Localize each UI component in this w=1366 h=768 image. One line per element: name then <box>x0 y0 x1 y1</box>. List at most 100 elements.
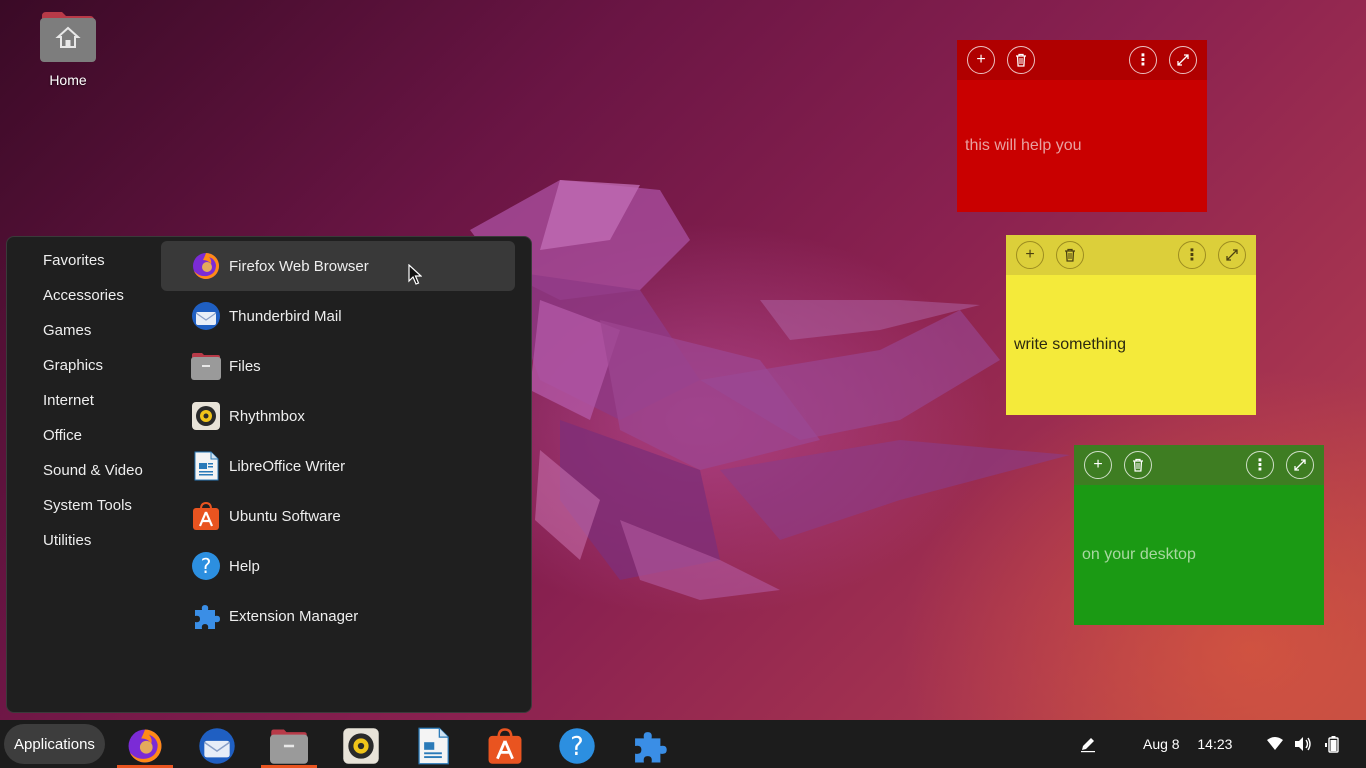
sticky-note-yellow[interactable]: + ⋮ write something <box>1006 235 1256 415</box>
kebab-menu-icon: ⋮ <box>1184 247 1200 264</box>
sticky-note-red[interactable]: + ⋮ this will help you <box>957 40 1207 212</box>
category-utilities[interactable]: Utilities <box>43 529 143 564</box>
expand-note-button[interactable] <box>1286 451 1314 479</box>
notes-tray-button[interactable] <box>1079 720 1097 768</box>
taskbar-rhythmbox[interactable] <box>333 724 389 768</box>
category-sound-video[interactable]: Sound & Video <box>43 459 143 494</box>
expand-icon <box>1177 54 1189 66</box>
app-label: Ubuntu Software <box>229 507 341 525</box>
category-system-tools[interactable]: System Tools <box>43 494 143 529</box>
trash-icon <box>1016 53 1026 67</box>
delete-note-button[interactable] <box>1007 46 1035 74</box>
taskbar-libreoffice-writer[interactable] <box>405 724 461 768</box>
time-label: 14:23 <box>1197 736 1233 752</box>
delete-note-button[interactable] <box>1056 241 1084 269</box>
volume-icon <box>1295 737 1311 751</box>
app-item-help[interactable]: ? Help <box>161 541 515 591</box>
category-office[interactable]: Office <box>43 424 143 459</box>
taskbar: Applications ? Aug 8 14:23 <box>0 720 1366 768</box>
battery-icon <box>1325 736 1339 753</box>
app-label: Rhythmbox <box>229 407 305 425</box>
battery-status[interactable] <box>1324 720 1342 768</box>
note-text[interactable]: on your desktop <box>1074 485 1324 625</box>
applications-button[interactable]: Applications <box>4 724 105 764</box>
category-graphics[interactable]: Graphics <box>43 354 143 389</box>
add-note-button[interactable]: + <box>967 46 995 74</box>
app-item-files[interactable]: Files <box>161 341 515 391</box>
taskbar-ubuntu-software[interactable] <box>477 724 533 768</box>
writer-icon <box>191 451 221 481</box>
sticky-note-green[interactable]: + ⋮ on your desktop <box>1074 445 1324 625</box>
taskbar-extension-manager[interactable] <box>621 724 677 768</box>
help-icon: ? <box>559 728 595 764</box>
wifi-status[interactable] <box>1266 720 1284 768</box>
trash-icon <box>1133 458 1143 472</box>
note-toolbar: + ⋮ <box>1074 445 1324 485</box>
app-item-libreoffice-writer[interactable]: LibreOffice Writer <box>161 441 515 491</box>
note-menu-button[interactable]: ⋮ <box>1129 46 1157 74</box>
note-toolbar: + ⋮ <box>957 40 1207 80</box>
kebab-menu-icon: ⋮ <box>1135 52 1151 69</box>
category-list: Favorites Accessories Games Graphics Int… <box>43 249 143 564</box>
app-label: Files <box>229 357 261 375</box>
expand-note-button[interactable] <box>1169 46 1197 74</box>
date-label: Aug 8 <box>1143 736 1180 752</box>
writer-icon <box>418 727 449 765</box>
wifi-icon <box>1267 737 1283 750</box>
plus-icon: + <box>976 51 986 68</box>
note-text[interactable]: this will help you <box>957 80 1207 212</box>
app-label: Help <box>229 557 260 575</box>
taskbar-files[interactable] <box>261 724 317 768</box>
svg-text:?: ? <box>201 554 212 578</box>
ubuntu-software-icon <box>488 728 522 764</box>
files-icon <box>270 729 308 764</box>
app-item-rhythmbox[interactable]: Rhythmbox <box>161 391 515 441</box>
app-item-thunderbird[interactable]: Thunderbird Mail <box>161 291 515 341</box>
thunderbird-icon <box>191 301 221 331</box>
category-internet[interactable]: Internet <box>43 389 143 424</box>
taskbar-thunderbird[interactable] <box>189 724 245 768</box>
firefox-icon <box>128 729 162 763</box>
add-note-button[interactable]: + <box>1084 451 1112 479</box>
trash-icon <box>1065 248 1075 262</box>
files-icon <box>191 351 221 381</box>
mouse-pointer-icon <box>408 264 422 285</box>
expand-note-button[interactable] <box>1218 241 1246 269</box>
expand-icon <box>1294 459 1306 471</box>
svg-text:?: ? <box>570 731 583 761</box>
category-favorites[interactable]: Favorites <box>43 249 143 284</box>
taskbar-firefox[interactable] <box>117 724 173 768</box>
extension-manager-icon <box>635 732 667 763</box>
app-label: Thunderbird Mail <box>229 307 342 325</box>
home-folder-shortcut[interactable]: Home <box>28 10 108 88</box>
plus-icon: + <box>1025 246 1035 263</box>
rhythmbox-icon <box>191 401 221 431</box>
category-accessories[interactable]: Accessories <box>43 284 143 319</box>
clock[interactable]: Aug 8 14:23 <box>1143 720 1232 768</box>
applications-menu: Favorites Accessories Games Graphics Int… <box>6 236 532 713</box>
kebab-menu-icon: ⋮ <box>1252 457 1268 474</box>
app-label: Extension Manager <box>229 607 359 625</box>
app-item-ubuntu-software[interactable]: Ubuntu Software <box>161 491 515 541</box>
app-item-extension-manager[interactable]: Extension Manager <box>161 591 515 641</box>
note-menu-button[interactable]: ⋮ <box>1246 451 1274 479</box>
taskbar-help[interactable]: ? <box>549 724 605 768</box>
delete-note-button[interactable] <box>1124 451 1152 479</box>
ubuntu-software-icon <box>191 501 221 531</box>
expand-icon <box>1226 249 1238 261</box>
note-text[interactable]: write something <box>1006 275 1256 415</box>
app-item-firefox[interactable]: Firefox Web Browser <box>161 241 515 291</box>
app-list: Firefox Web Browser Thunderbird Mail Fil… <box>161 241 515 641</box>
add-note-button[interactable]: + <box>1016 241 1044 269</box>
home-folder-label: Home <box>49 72 87 88</box>
plus-icon: + <box>1093 456 1103 473</box>
rhythmbox-icon <box>343 728 379 764</box>
firefox-icon <box>191 251 221 281</box>
home-folder-icon <box>40 10 96 62</box>
volume-status[interactable] <box>1294 720 1312 768</box>
app-label: Firefox Web Browser <box>229 257 369 275</box>
pencil-icon <box>1081 738 1095 753</box>
category-games[interactable]: Games <box>43 319 143 354</box>
extension-manager-icon <box>191 601 221 631</box>
note-menu-button[interactable]: ⋮ <box>1178 241 1206 269</box>
